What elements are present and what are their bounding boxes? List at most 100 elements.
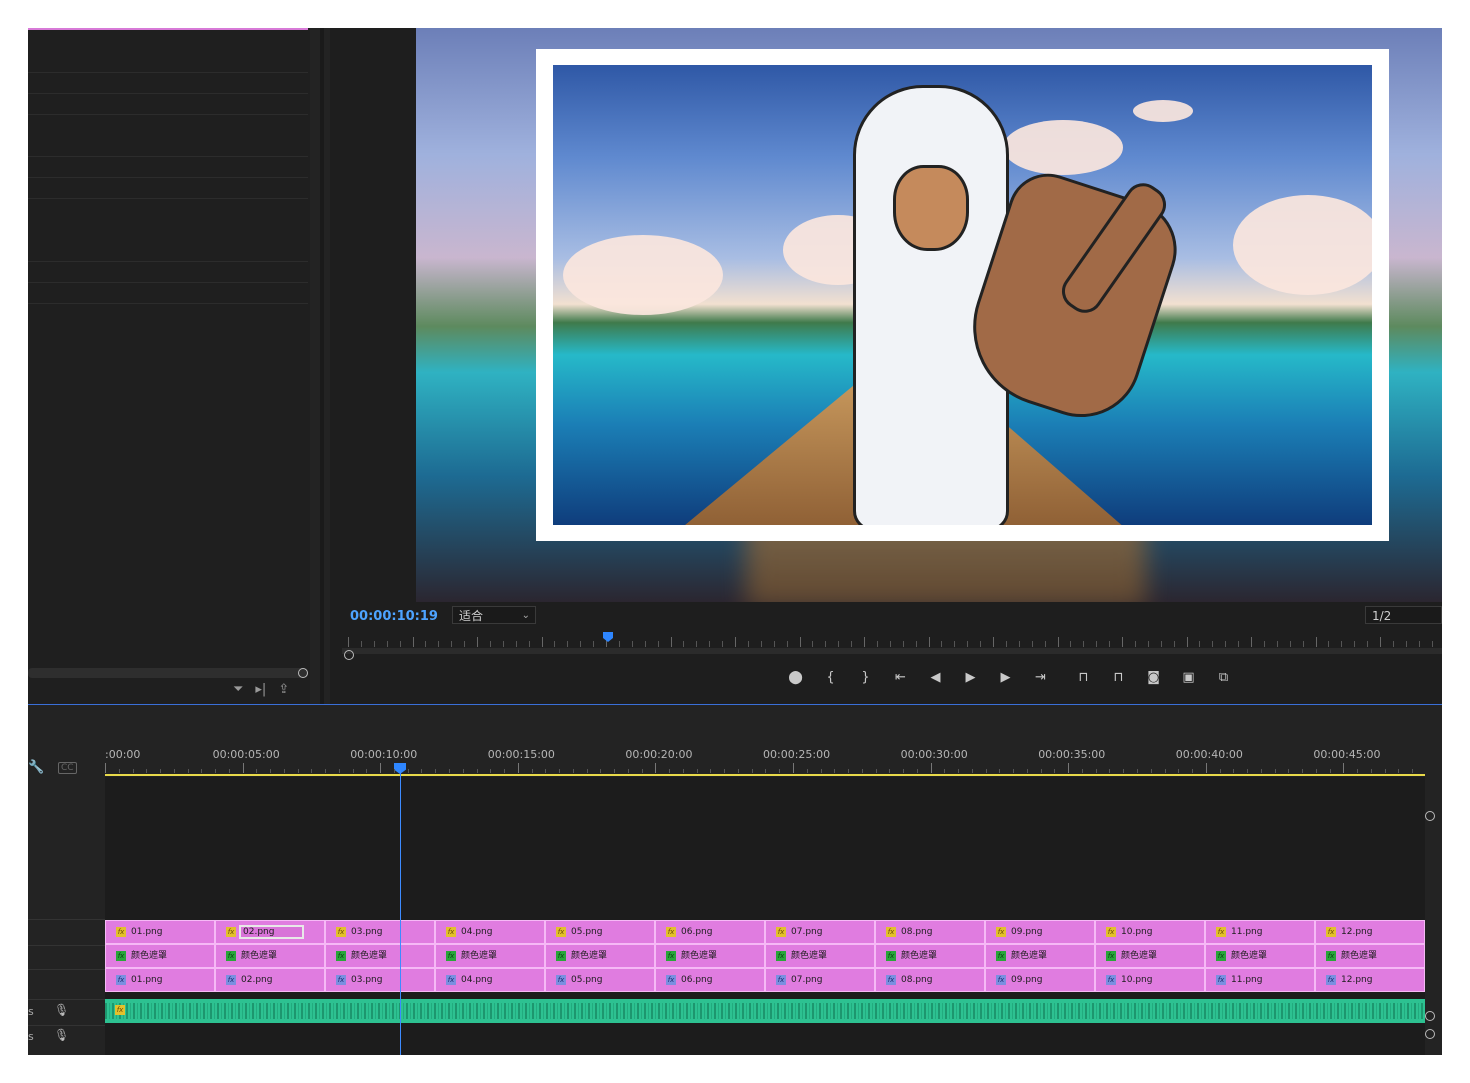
lift-icon[interactable]: ⊓ bbox=[1066, 668, 1101, 688]
marker-icon[interactable]: ⬤ bbox=[778, 668, 813, 688]
clip-v1-6[interactable]: fx 06.png bbox=[655, 968, 765, 992]
clip-v2-11[interactable]: fx 颜色遮罩 bbox=[1205, 944, 1315, 968]
project-row[interactable] bbox=[28, 156, 308, 157]
clip-v3-4[interactable]: fx 04.png bbox=[435, 920, 545, 944]
timeline-playhead-line[interactable] bbox=[400, 770, 401, 1055]
project-row[interactable] bbox=[28, 198, 308, 199]
project-row[interactable] bbox=[28, 114, 308, 115]
extract-icon[interactable]: ⊓ bbox=[1101, 668, 1136, 688]
filter-icon[interactable]: ⏷ bbox=[233, 682, 243, 697]
resolution-dropdown[interactable]: 1/2 bbox=[1365, 606, 1442, 624]
monitor-ruler-tick bbox=[1070, 641, 1072, 647]
clip-v1-8[interactable]: fx 08.png bbox=[875, 968, 985, 992]
clip-v3-5[interactable]: fx 05.png bbox=[545, 920, 655, 944]
zoom-knob[interactable] bbox=[298, 668, 308, 678]
ruler-tick bbox=[572, 769, 574, 773]
clip-v3-1[interactable]: fx 01.png bbox=[105, 920, 215, 944]
clip-v3-3[interactable]: fx 03.png bbox=[325, 920, 435, 944]
clip-v1-9[interactable]: fx 09.png bbox=[985, 968, 1095, 992]
monitor-ruler-tick bbox=[683, 641, 685, 647]
monitor-ruler-tick bbox=[1367, 641, 1369, 647]
ruler-tick bbox=[848, 769, 850, 773]
step-back-icon[interactable]: ◀ bbox=[918, 668, 953, 688]
project-scrollbar[interactable] bbox=[28, 668, 308, 678]
video-track-1: fx 01.png fx 02.png fx 03.png fx 04.png fx 05.png… bbox=[105, 968, 1425, 992]
project-row[interactable] bbox=[28, 303, 308, 304]
clip-v2-6[interactable]: fx 颜色遮罩 bbox=[655, 944, 765, 968]
clip-v2-12[interactable]: fx 颜色遮罩 bbox=[1315, 944, 1425, 968]
fx-badge: fx bbox=[666, 926, 676, 937]
monitor-ruler-tick bbox=[1341, 641, 1343, 647]
clip-name: 07.png bbox=[791, 927, 823, 937]
work-area-bar[interactable] bbox=[105, 774, 1425, 776]
monitor-zoom-knob[interactable] bbox=[344, 650, 354, 660]
clip-v2-2[interactable]: fx 颜色遮罩 bbox=[215, 944, 325, 968]
monitor-time-ruler[interactable] bbox=[342, 634, 1442, 654]
microphone-icon[interactable]: 🎙 bbox=[54, 1003, 69, 1017]
clip-v2-4[interactable]: fx 颜色遮罩 bbox=[435, 944, 545, 968]
overwrite-icon[interactable]: ⧉ bbox=[1206, 668, 1241, 688]
project-row[interactable] bbox=[28, 72, 308, 73]
clip-v1-12[interactable]: fx 12.png bbox=[1315, 968, 1425, 992]
clip-v3-11[interactable]: fx 11.png bbox=[1205, 920, 1315, 944]
clip-v1-5[interactable]: fx 05.png bbox=[545, 968, 655, 992]
clip-v2-3[interactable]: fx 颜色遮罩 bbox=[325, 944, 435, 968]
insert-icon[interactable]: ▣ bbox=[1171, 668, 1206, 688]
project-row[interactable] bbox=[28, 93, 308, 94]
ruler-label: 00:00:25:00 bbox=[763, 748, 831, 761]
panel-divider[interactable] bbox=[320, 28, 324, 704]
fx-badge: fx bbox=[886, 974, 896, 985]
step-forward-icon[interactable]: ▶ bbox=[988, 668, 1023, 688]
clip-v2-9[interactable]: fx 颜色遮罩 bbox=[985, 944, 1095, 968]
clip-v2-10[interactable]: fx 颜色遮罩 bbox=[1095, 944, 1205, 968]
clip-v1-3[interactable]: fx 03.png bbox=[325, 968, 435, 992]
clip-v2-1[interactable]: fx 颜色遮罩 bbox=[105, 944, 215, 968]
automate-to-sequence-icon[interactable]: ▸| bbox=[255, 682, 266, 697]
clip-v3-7[interactable]: fx 07.png bbox=[765, 920, 875, 944]
ruler-tick bbox=[1288, 769, 1290, 773]
clip-v1-10[interactable]: fx 10.png bbox=[1095, 968, 1205, 992]
go-to-in-icon[interactable]: ⇤ bbox=[883, 668, 918, 688]
audio-clip[interactable]: fx bbox=[105, 999, 1425, 1023]
fit-dropdown[interactable]: 适合 ⌄ bbox=[452, 606, 536, 624]
clip-v3-6[interactable]: fx 06.png bbox=[655, 920, 765, 944]
clip-v3-9[interactable]: fx 09.png bbox=[985, 920, 1095, 944]
timeline-scroll-knob[interactable] bbox=[1425, 1011, 1435, 1021]
clip-v3-10[interactable]: fx 10.png bbox=[1095, 920, 1205, 944]
timeline-scroll-knob[interactable] bbox=[1425, 811, 1435, 821]
timecode-display[interactable]: 00:00:10:19 bbox=[350, 609, 438, 624]
clip-v3-2[interactable]: fx 02.png bbox=[215, 920, 325, 944]
clip-v2-7[interactable]: fx 颜色遮罩 bbox=[765, 944, 875, 968]
clip-v1-2[interactable]: fx 02.png bbox=[215, 968, 325, 992]
clip-v2-8[interactable]: fx 颜色遮罩 bbox=[875, 944, 985, 968]
clip-v2-5[interactable]: fx 颜色遮罩 bbox=[545, 944, 655, 968]
export-frame-icon[interactable]: ◙ bbox=[1136, 668, 1171, 688]
go-to-out-icon[interactable]: ⇥ bbox=[1023, 668, 1058, 688]
fx-badge: fx bbox=[1326, 974, 1336, 985]
monitor-ruler-tick bbox=[876, 641, 878, 647]
mark-in-icon[interactable]: { bbox=[813, 668, 848, 688]
clip-v3-8[interactable]: fx 08.png bbox=[875, 920, 985, 944]
ruler-tick bbox=[1040, 769, 1042, 773]
captions-icon[interactable]: CC bbox=[58, 762, 77, 774]
play-icon[interactable]: ▶ bbox=[953, 668, 988, 688]
clip-v3-12[interactable]: fx 12.png bbox=[1315, 920, 1425, 944]
wrench-icon[interactable]: 🔧 bbox=[28, 760, 44, 775]
project-row[interactable] bbox=[28, 177, 308, 178]
ruler-tick bbox=[737, 769, 739, 773]
timeline-scroll-knob[interactable] bbox=[1425, 1029, 1435, 1039]
clip-v1-1[interactable]: fx 01.png bbox=[105, 968, 215, 992]
clip-v1-4[interactable]: fx 04.png bbox=[435, 968, 545, 992]
mark-out-icon[interactable]: } bbox=[848, 668, 883, 688]
timeline-ruler[interactable]: :00:00 00:00:05:00 00:00:10:00 00:00:15:00 0… bbox=[105, 705, 1425, 777]
ruler-tick bbox=[834, 769, 836, 773]
monitor-ruler-tick bbox=[477, 637, 478, 647]
project-row[interactable] bbox=[28, 282, 308, 283]
export-icon[interactable]: ⇪ bbox=[278, 682, 289, 697]
ruler-tick bbox=[1178, 769, 1180, 773]
microphone-icon[interactable]: 🎙 bbox=[54, 1028, 69, 1042]
clip-v1-11[interactable]: fx 11.png bbox=[1205, 968, 1315, 992]
clip-v1-7[interactable]: fx 07.png bbox=[765, 968, 875, 992]
project-row[interactable] bbox=[28, 261, 308, 262]
monitor-ruler-tick bbox=[1109, 641, 1111, 647]
